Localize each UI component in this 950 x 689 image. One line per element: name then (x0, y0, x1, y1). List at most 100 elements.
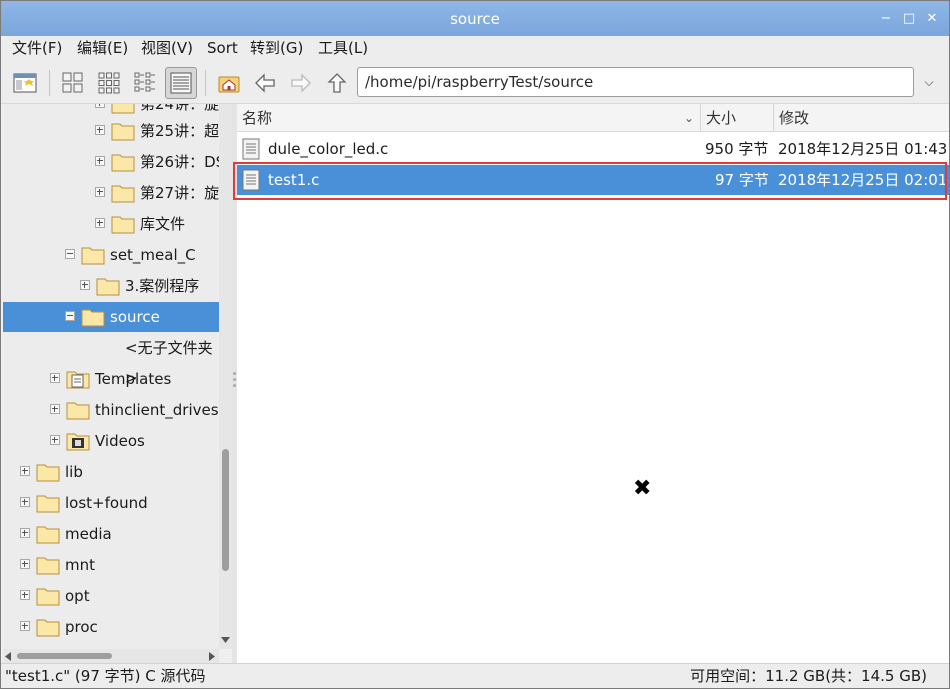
file-row[interactable]: dule_color_led.c 950 字节 2018年12月25日 01:4… (237, 134, 949, 164)
folder-icon (111, 123, 135, 141)
file-name: dule_color_led.c (268, 140, 389, 158)
expand-icon[interactable] (80, 280, 90, 290)
expand-icon[interactable] (20, 466, 30, 476)
tree-horizontal-scrollbar[interactable] (3, 649, 219, 663)
folder-icon (36, 619, 60, 637)
file-size: 950 字节 (705, 140, 769, 158)
home-icon (218, 76, 240, 93)
expand-icon[interactable] (20, 559, 30, 569)
folder-icon (111, 104, 135, 114)
tree-item[interactable]: 库文件 (3, 209, 219, 239)
file-list-header: 名称 ⌄ 大小 修改 (237, 104, 949, 132)
expand-icon[interactable] (50, 435, 60, 445)
folder-tree[interactable]: 第24讲：旋 第25讲：超 第26讲：DS 第27讲：旋 库文件 set_mea… (3, 104, 219, 649)
path-history-dropdown[interactable]: ⌵ (916, 67, 942, 97)
scrollbar-thumb[interactable] (222, 449, 229, 571)
home-button[interactable] (213, 67, 245, 99)
menu-tools[interactable]: 工具(L) (316, 36, 370, 62)
tree-vertical-scrollbar[interactable] (219, 104, 232, 649)
tree-item[interactable]: set_meal_C (3, 240, 219, 270)
new-window-icon (13, 73, 37, 93)
tree-item[interactable]: lost+found (3, 488, 219, 518)
forward-icon (291, 73, 311, 93)
tree-item[interactable]: 3.案例程序 (3, 271, 219, 301)
menu-file[interactable]: 文件(F) (10, 36, 64, 62)
chevron-down-icon: ⌵ (924, 75, 934, 89)
expand-icon[interactable] (20, 497, 30, 507)
tree-item[interactable]: thinclient_drives (3, 395, 219, 425)
title-bar[interactable]: source (1, 1, 949, 36)
column-header-modified[interactable]: 修改 (774, 104, 949, 132)
menu-edit[interactable]: 编辑(E) (75, 36, 130, 62)
expand-icon[interactable] (95, 187, 105, 197)
back-button[interactable] (249, 67, 281, 99)
back-icon (255, 73, 275, 93)
thumbnail-view-button[interactable] (93, 67, 125, 99)
collapse-icon[interactable] (65, 249, 75, 259)
detailed-list-icon (170, 72, 192, 94)
close-button[interactable]: ✕ (921, 1, 943, 36)
text-file-icon (242, 138, 260, 160)
expand-icon[interactable] (95, 125, 105, 135)
folder-icon (96, 278, 120, 296)
expand-icon[interactable] (95, 218, 105, 228)
videos-folder-icon (66, 433, 90, 451)
detailed-list-button[interactable] (165, 67, 197, 99)
folder-icon (36, 526, 60, 544)
scroll-down-icon[interactable] (221, 636, 230, 644)
tree-item[interactable]: media (3, 519, 219, 549)
scroll-right-icon[interactable] (209, 652, 216, 661)
templates-folder-icon (66, 371, 90, 389)
expand-icon[interactable] (20, 590, 30, 600)
tree-item[interactable]: Templates (3, 364, 219, 394)
menu-view[interactable]: 视图(V) (139, 36, 195, 62)
thumbnail-view-icon (98, 72, 120, 94)
path-input[interactable]: /home/pi/raspberryTest/source (357, 67, 914, 97)
tree-item[interactable]: 第26讲：DS (3, 147, 219, 177)
menu-go[interactable]: 转到(G) (248, 36, 305, 62)
new-window-button[interactable] (9, 67, 41, 99)
maximize-button[interactable]: □ (898, 1, 920, 36)
status-bar: "test1.c" (97 字节) C 源代码 可用空间：11.2 GB(共：1… (1, 663, 949, 688)
folder-icon (36, 464, 60, 482)
tree-item[interactable]: proc (3, 612, 219, 642)
folder-icon (111, 154, 135, 172)
minimize-button[interactable]: − (875, 1, 897, 36)
tree-item[interactable]: mnt (3, 550, 219, 580)
expand-icon[interactable] (20, 621, 30, 631)
expand-icon[interactable] (50, 373, 60, 383)
compact-view-icon (134, 72, 155, 92)
scrollbar-thumb[interactable] (17, 653, 112, 659)
toolbar: /home/pi/raspberryTest/source ⌵ (1, 62, 949, 104)
file-manager-window: source − □ ✕ 文件(F) 编辑(E) 视图(V) Sort 转到(G… (0, 0, 950, 689)
tree-item[interactable]: 第25讲：超 (3, 116, 219, 146)
scroll-left-icon[interactable] (5, 652, 12, 661)
folder-icon (81, 309, 105, 327)
tree-item[interactable]: lib (3, 457, 219, 487)
collapse-icon[interactable] (65, 311, 75, 321)
file-row-selected[interactable]: test1.c 97 字节 2018年12月25日 02:01 (233, 162, 949, 200)
file-list[interactable]: 名称 ⌄ 大小 修改 dule_color_led.c 950 字节 2018年… (233, 104, 949, 663)
folder-icon (36, 557, 60, 575)
icon-view-icon (62, 72, 83, 93)
expand-icon[interactable] (50, 404, 60, 414)
window-title: source (450, 10, 500, 28)
annotation-highlight-box (233, 162, 947, 200)
forward-button[interactable] (285, 67, 317, 99)
tree-item-selected[interactable]: source (3, 302, 219, 332)
menu-bar: 文件(F) 编辑(E) 视图(V) Sort 转到(G) 工具(L) (1, 36, 949, 62)
folder-icon (111, 216, 135, 234)
compact-view-button[interactable] (129, 67, 161, 99)
up-button[interactable] (321, 67, 353, 99)
tree-item[interactable]: 第27讲：旋 (3, 178, 219, 208)
icon-view-button[interactable] (57, 67, 89, 99)
column-header-size[interactable]: 大小 (701, 104, 774, 132)
menu-sort[interactable]: Sort (205, 36, 240, 62)
tree-item[interactable]: opt (3, 581, 219, 611)
expand-icon[interactable] (20, 528, 30, 538)
sort-chevron-icon: ⌄ (683, 111, 694, 125)
expand-icon[interactable] (95, 156, 105, 166)
column-header-name[interactable]: 名称 ⌄ (237, 104, 701, 132)
folder-icon (81, 247, 105, 265)
tree-item[interactable]: Videos (3, 426, 219, 456)
